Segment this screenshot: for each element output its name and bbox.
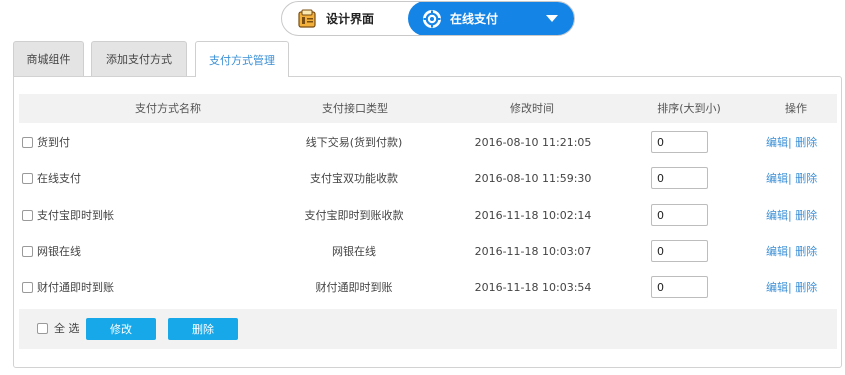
design-view-label: 设计界面 xyxy=(326,12,375,26)
interface-type: 线下交易(货到付款) xyxy=(305,136,403,149)
design-view-button[interactable]: 设计界面 xyxy=(282,2,410,35)
row-checkbox[interactable] xyxy=(22,137,33,148)
header-name: 支付方式名称 xyxy=(135,102,201,115)
select-all-label: 全 选 xyxy=(54,322,80,335)
sort-order-input[interactable] xyxy=(651,276,708,298)
wizard-icon xyxy=(298,9,316,28)
select-all-checkbox[interactable] xyxy=(37,323,48,334)
row-checkbox[interactable] xyxy=(22,246,33,257)
row-actions: 编辑| 删除 xyxy=(766,197,817,234)
table-row: 支付宝即时到帐 支付宝即时到账收款 2016-11-18 10:02:14 编辑… xyxy=(19,197,837,234)
sort-order-input[interactable] xyxy=(651,204,708,226)
header-actions: 操作 xyxy=(785,102,807,115)
modified-time: 2016-11-18 10:02:14 xyxy=(474,209,592,222)
row-actions: 编辑| 删除 xyxy=(766,160,817,197)
action-separator: | xyxy=(788,172,792,185)
action-separator: | xyxy=(788,281,792,294)
modify-button[interactable]: 修改 xyxy=(86,318,156,340)
tab-label: 商城组件 xyxy=(26,53,71,66)
sort-order-input[interactable] xyxy=(651,131,708,153)
payment-name: 货到付 xyxy=(37,136,70,149)
gear-icon xyxy=(423,9,441,28)
action-separator: | xyxy=(788,209,792,222)
payment-management-page: 设计界面 在线支付 商城组件 添加支付方式 支付方式管理 支付方式名称 支付接口… xyxy=(0,0,845,375)
interface-type: 网银在线 xyxy=(332,245,376,258)
delete-link[interactable]: 删除 xyxy=(795,172,817,185)
modified-time: 2016-11-18 10:03:07 xyxy=(474,245,592,258)
tab-label: 添加支付方式 xyxy=(106,53,172,66)
table-row: 在线支付 支付宝双功能收款 2016-08-10 11:59:30 编辑| 删除 xyxy=(19,160,837,197)
table-row: 财付通即时到账 财付通即时到账 2016-11-18 10:03:54 编辑| … xyxy=(19,269,837,306)
header-sort-order: 排序(大到小) xyxy=(657,102,721,115)
edit-link[interactable]: 编辑 xyxy=(766,209,788,222)
modified-time: 2016-08-10 11:59:30 xyxy=(474,172,592,185)
mode-switcher: 设计界面 在线支付 xyxy=(281,1,575,36)
payment-name: 网银在线 xyxy=(37,245,81,258)
delete-button[interactable]: 删除 xyxy=(168,318,238,340)
action-separator: | xyxy=(788,136,792,149)
edit-link[interactable]: 编辑 xyxy=(766,172,788,185)
delete-link[interactable]: 删除 xyxy=(795,281,817,294)
current-module-dropdown[interactable]: 在线支付 xyxy=(408,2,574,35)
edit-link[interactable]: 编辑 xyxy=(766,281,788,294)
row-checkbox[interactable] xyxy=(22,173,33,184)
delete-link[interactable]: 删除 xyxy=(795,209,817,222)
tab-add-payment-method[interactable]: 添加支付方式 xyxy=(91,41,187,76)
modified-time: 2016-08-10 11:21:05 xyxy=(474,136,592,149)
bulk-action-bar: 全 选 修改 删除 xyxy=(19,309,837,349)
delete-link[interactable]: 删除 xyxy=(795,245,817,258)
table-row: 网银在线 网银在线 2016-11-18 10:03:07 编辑| 删除 xyxy=(19,233,837,270)
delete-link[interactable]: 删除 xyxy=(795,136,817,149)
row-actions: 编辑| 删除 xyxy=(766,124,817,161)
chevron-down-icon[interactable] xyxy=(546,15,558,22)
row-checkbox[interactable] xyxy=(22,210,33,221)
tab-mall-components[interactable]: 商城组件 xyxy=(13,41,84,76)
tab-payment-method-management[interactable]: 支付方式管理 xyxy=(195,41,289,77)
header-interface-type: 支付接口类型 xyxy=(322,102,388,115)
row-checkbox[interactable] xyxy=(22,282,33,293)
edit-link[interactable]: 编辑 xyxy=(766,136,788,149)
interface-type: 支付宝双功能收款 xyxy=(310,172,398,185)
sort-order-input[interactable] xyxy=(651,167,708,189)
row-actions: 编辑| 删除 xyxy=(766,269,817,306)
header-modified-time: 修改时间 xyxy=(510,102,554,115)
modified-time: 2016-11-18 10:03:54 xyxy=(474,281,592,294)
payment-methods-panel: 支付方式名称 支付接口类型 修改时间 排序(大到小) 操作 货到付 线下交易(货… xyxy=(13,76,842,368)
sort-order-input[interactable] xyxy=(651,240,708,262)
current-module-label: 在线支付 xyxy=(450,12,499,26)
payment-name: 在线支付 xyxy=(37,172,81,185)
table-row: 货到付 线下交易(货到付款) 2016-08-10 11:21:05 编辑| 删… xyxy=(19,124,837,161)
payment-name: 支付宝即时到帐 xyxy=(37,209,114,222)
interface-type: 支付宝即时到账收款 xyxy=(304,209,404,222)
row-actions: 编辑| 删除 xyxy=(766,233,817,270)
tab-label: 支付方式管理 xyxy=(209,53,275,67)
table-header: 支付方式名称 支付接口类型 修改时间 排序(大到小) 操作 xyxy=(19,94,837,123)
action-separator: | xyxy=(788,245,792,258)
interface-type: 财付通即时到账 xyxy=(315,281,393,294)
payment-name: 财付通即时到账 xyxy=(37,281,114,294)
edit-link[interactable]: 编辑 xyxy=(766,245,788,258)
